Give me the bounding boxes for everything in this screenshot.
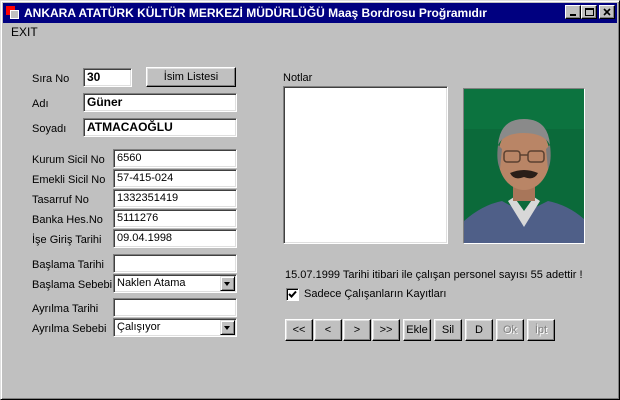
prev-record-label: <: [324, 324, 332, 336]
kurum-sicil-no-label: Kurum Sicil No: [32, 154, 105, 166]
maximize-button[interactable]: [581, 5, 597, 19]
sira-no-label: Sıra No: [32, 73, 70, 85]
edit-label: D: [475, 324, 483, 336]
add-button[interactable]: Ekle: [403, 319, 431, 341]
baslama-sebebi-value: Naklen Atama: [117, 277, 186, 289]
close-icon: [603, 8, 611, 16]
first-record-button[interactable]: <<: [285, 319, 313, 341]
ayrilma-sebebi-label: Ayrılma Sebebi: [32, 323, 107, 335]
adi-field[interactable]: Güner: [83, 93, 237, 112]
banka-hes-no-label: Banka Hes.No: [32, 214, 103, 226]
sadece-calisanlar-checkbox[interactable]: [286, 288, 299, 301]
next-record-label: >: [353, 324, 361, 336]
maximize-icon: [585, 8, 594, 16]
notlar-label: Notlar: [283, 72, 313, 84]
baslama-tarihi-field[interactable]: [113, 254, 237, 273]
ok-label: Ok: [502, 324, 518, 336]
tasarruf-no-label: Tasarruf No: [32, 194, 89, 206]
ayrilma-tarihi-field[interactable]: [113, 298, 237, 317]
last-record-label: >>: [379, 324, 393, 336]
window-controls: [565, 5, 615, 19]
ok-button[interactable]: Ok: [496, 319, 524, 341]
employee-photo: [463, 88, 585, 244]
cancel-button[interactable]: İpt: [527, 319, 555, 341]
title-bar[interactable]: ANKARA ATATÜRK KÜLTÜR MERKEZİ MÜDÜRLÜĞÜ …: [3, 3, 617, 23]
emekli-sicil-no-field[interactable]: 57-415-024: [113, 169, 237, 188]
close-button[interactable]: [599, 5, 615, 19]
kurum-sicil-no-field[interactable]: 6560: [113, 149, 237, 168]
next-record-button[interactable]: >: [343, 319, 371, 341]
isim-listesi-button[interactable]: İsim Listesi: [146, 67, 236, 87]
menu-bar: EXIT: [3, 23, 617, 41]
add-label: Ekle: [406, 324, 428, 336]
cancel-label: İpt: [534, 324, 548, 336]
last-record-button[interactable]: >>: [372, 319, 400, 341]
isim-listesi-label: İsim Listesi: [163, 71, 219, 83]
baslama-tarihi-label: Başlama Tarihi: [32, 259, 104, 271]
sadece-calisanlar-label: Sadece Çalışanların Kayıtları: [304, 288, 447, 300]
status-message: 15.07.1999 Tarihi itibari ile çalışan pe…: [285, 269, 583, 281]
tasarruf-no-field[interactable]: 1332351419: [113, 189, 237, 208]
chevron-down-icon[interactable]: [220, 276, 235, 291]
ayrilma-sebebi-select[interactable]: Çalışıyor: [113, 318, 237, 337]
ayrilma-sebebi-value: Çalışıyor: [117, 321, 161, 333]
ise-giris-tarihi-label: İşe Giriş Tarihi: [32, 234, 102, 246]
sira-no-field[interactable]: 30: [83, 68, 132, 87]
minimize-icon: [570, 14, 576, 16]
first-record-label: <<: [292, 324, 306, 336]
menu-exit[interactable]: EXIT: [11, 25, 38, 39]
main-window: ANKARA ATATÜRK KÜLTÜR MERKEZİ MÜDÜRLÜĞÜ …: [0, 0, 620, 400]
portrait-image: [464, 89, 584, 243]
edit-button[interactable]: D: [465, 319, 493, 341]
ayrilma-tarihi-label: Ayrılma Tarihi: [32, 303, 99, 315]
delete-button[interactable]: Sil: [434, 319, 462, 341]
baslama-sebebi-select[interactable]: Naklen Atama: [113, 274, 237, 293]
chevron-down-icon[interactable]: [220, 320, 235, 335]
soyadi-field[interactable]: ATMACAOĞLU: [83, 118, 237, 137]
banka-hes-no-field[interactable]: 5111276: [113, 209, 237, 228]
minimize-button[interactable]: [565, 5, 581, 19]
checkmark-icon: [288, 290, 297, 298]
app-icon[interactable]: [6, 6, 20, 20]
soyadi-label: Soyadı: [32, 123, 67, 135]
prev-record-button[interactable]: <: [314, 319, 342, 341]
ise-giris-tarihi-field[interactable]: 09.04.1998: [113, 229, 237, 248]
notlar-textarea[interactable]: [283, 86, 448, 244]
baslama-sebebi-label: Başlama Sebebi: [32, 279, 113, 291]
app-icon-grey-square: [10, 10, 19, 19]
delete-label: Sil: [441, 324, 455, 336]
adi-label: Adı: [32, 98, 49, 110]
window-title: ANKARA ATATÜRK KÜLTÜR MERKEZİ MÜDÜRLÜĞÜ …: [24, 6, 487, 20]
emekli-sicil-no-label: Emekli Sicil No: [32, 174, 106, 186]
